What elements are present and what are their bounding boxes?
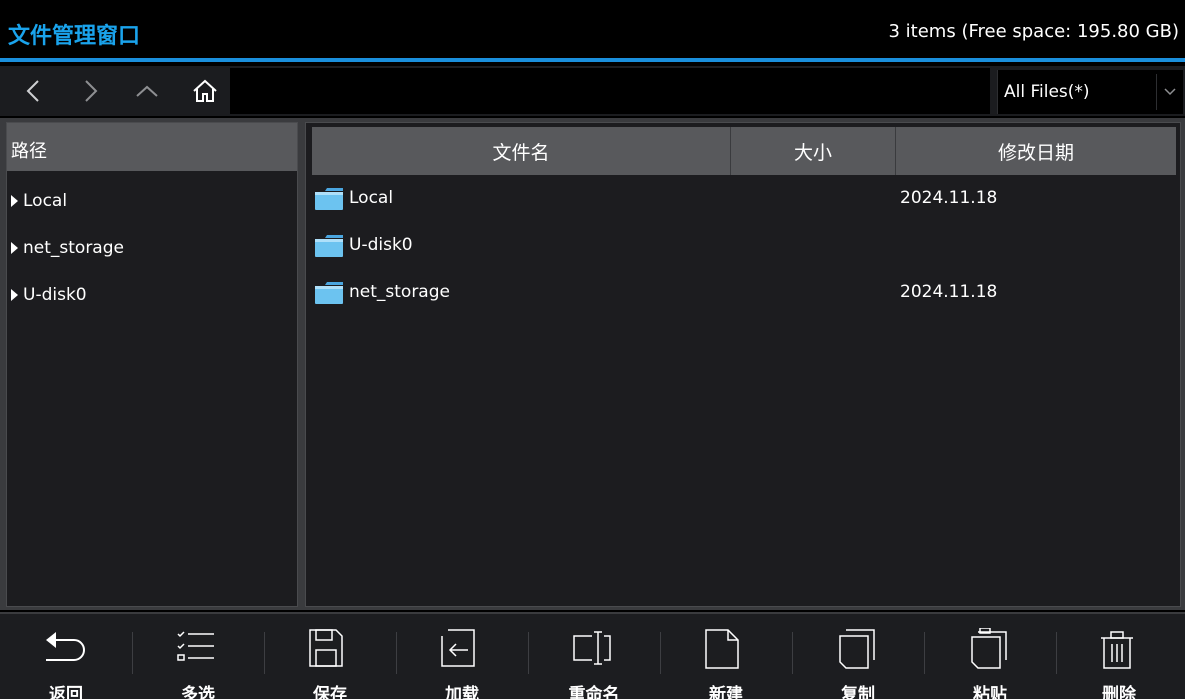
multi-select-label: 多选: [181, 685, 215, 699]
column-header-size[interactable]: 大小: [731, 127, 895, 175]
back-button[interactable]: [8, 66, 58, 116]
save-label: 保存: [313, 685, 347, 699]
expand-arrow-icon[interactable]: [11, 289, 18, 301]
tree-item-label: U-disk0: [23, 285, 87, 305]
save-button[interactable]: 保存: [264, 614, 396, 699]
tree-item-label: Local: [23, 191, 68, 211]
title-bar: 文件管理窗口 3 items (Free space: 195.80 GB): [0, 0, 1185, 60]
tree-item-local[interactable]: Local: [11, 189, 67, 213]
up-button[interactable]: [122, 66, 172, 116]
home-icon: [193, 79, 217, 102]
path-tree-header: 路径: [7, 123, 297, 171]
file-name: U-disk0: [349, 235, 413, 255]
file-filter-value: All Files(*): [1004, 82, 1090, 102]
rename-button[interactable]: 重命名: [528, 614, 660, 699]
chevron-right-icon: [85, 80, 98, 102]
folder-icon: [315, 282, 343, 304]
delete-icon: [1101, 631, 1133, 669]
delete-label: 删除: [1102, 685, 1136, 699]
copy-button[interactable]: 复制: [792, 614, 924, 699]
title-divider: [0, 58, 1185, 62]
multi-select-icon: [177, 631, 214, 661]
path-field[interactable]: [230, 68, 990, 114]
return-button[interactable]: 返回: [0, 614, 132, 699]
navigation-bar: All Files(*): [0, 66, 1185, 116]
content-area: 路径 Local net_storage U-disk0 文件名 大小 修改日期…: [0, 118, 1185, 610]
paste-label: 粘贴: [973, 685, 1007, 699]
copy-label: 复制: [841, 685, 875, 699]
paste-icon: [971, 628, 1007, 669]
filter-divider: [1156, 74, 1157, 110]
chevron-up-icon: [136, 85, 158, 97]
path-tree: 路径 Local net_storage U-disk0: [6, 122, 298, 607]
file-filter-select[interactable]: All Files(*): [997, 70, 1183, 114]
home-button[interactable]: [180, 66, 230, 116]
path-header-label: 路径: [11, 141, 47, 162]
new-file-icon: [705, 629, 739, 669]
bottom-toolbar: 返回 多选 保存 加载 重命名 新建 复制 粘贴 删除: [0, 612, 1185, 699]
return-icon: [46, 632, 85, 661]
load-button[interactable]: 加载: [396, 614, 528, 699]
file-modified-date: 2024.11.18: [900, 282, 998, 302]
new-label: 新建: [709, 685, 743, 699]
chevron-down-icon: [1164, 88, 1176, 96]
expand-arrow-icon[interactable]: [11, 242, 18, 254]
load-label: 加载: [445, 685, 479, 699]
multi-select-button[interactable]: 多选: [132, 614, 264, 699]
window-title: 文件管理窗口: [8, 24, 141, 49]
tree-item-label: net_storage: [23, 238, 124, 258]
forward-button[interactable]: [66, 66, 116, 116]
file-name: net_storage: [349, 282, 450, 302]
free-space-status: 3 items (Free space: 195.80 GB): [888, 21, 1180, 42]
load-icon: [441, 629, 475, 667]
file-row[interactable]: U-disk0: [312, 228, 1176, 264]
column-header-modified[interactable]: 修改日期: [896, 127, 1176, 175]
paste-button[interactable]: 粘贴: [924, 614, 1056, 699]
file-row[interactable]: net_storage 2024.11.18: [312, 275, 1176, 311]
rename-label: 重命名: [568, 685, 620, 699]
tree-item-u-disk0[interactable]: U-disk0: [11, 283, 87, 307]
file-modified-date: 2024.11.18: [900, 188, 998, 208]
save-icon: [309, 629, 343, 667]
file-list: 文件名 大小 修改日期 Local 2024.11.18 U-disk0 net…: [305, 122, 1181, 607]
folder-icon: [315, 188, 343, 210]
expand-arrow-icon[interactable]: [11, 195, 18, 207]
tree-item-net-storage[interactable]: net_storage: [11, 236, 124, 260]
copy-icon: [839, 629, 875, 669]
file-row[interactable]: Local 2024.11.18: [312, 181, 1176, 217]
folder-icon: [315, 235, 343, 257]
file-name: Local: [349, 188, 394, 208]
rename-icon: [573, 631, 611, 665]
new-button[interactable]: 新建: [660, 614, 792, 699]
chevron-left-icon: [26, 80, 39, 102]
column-header-name[interactable]: 文件名: [312, 127, 730, 175]
return-label: 返回: [49, 685, 83, 699]
delete-button[interactable]: 删除: [1053, 614, 1185, 699]
